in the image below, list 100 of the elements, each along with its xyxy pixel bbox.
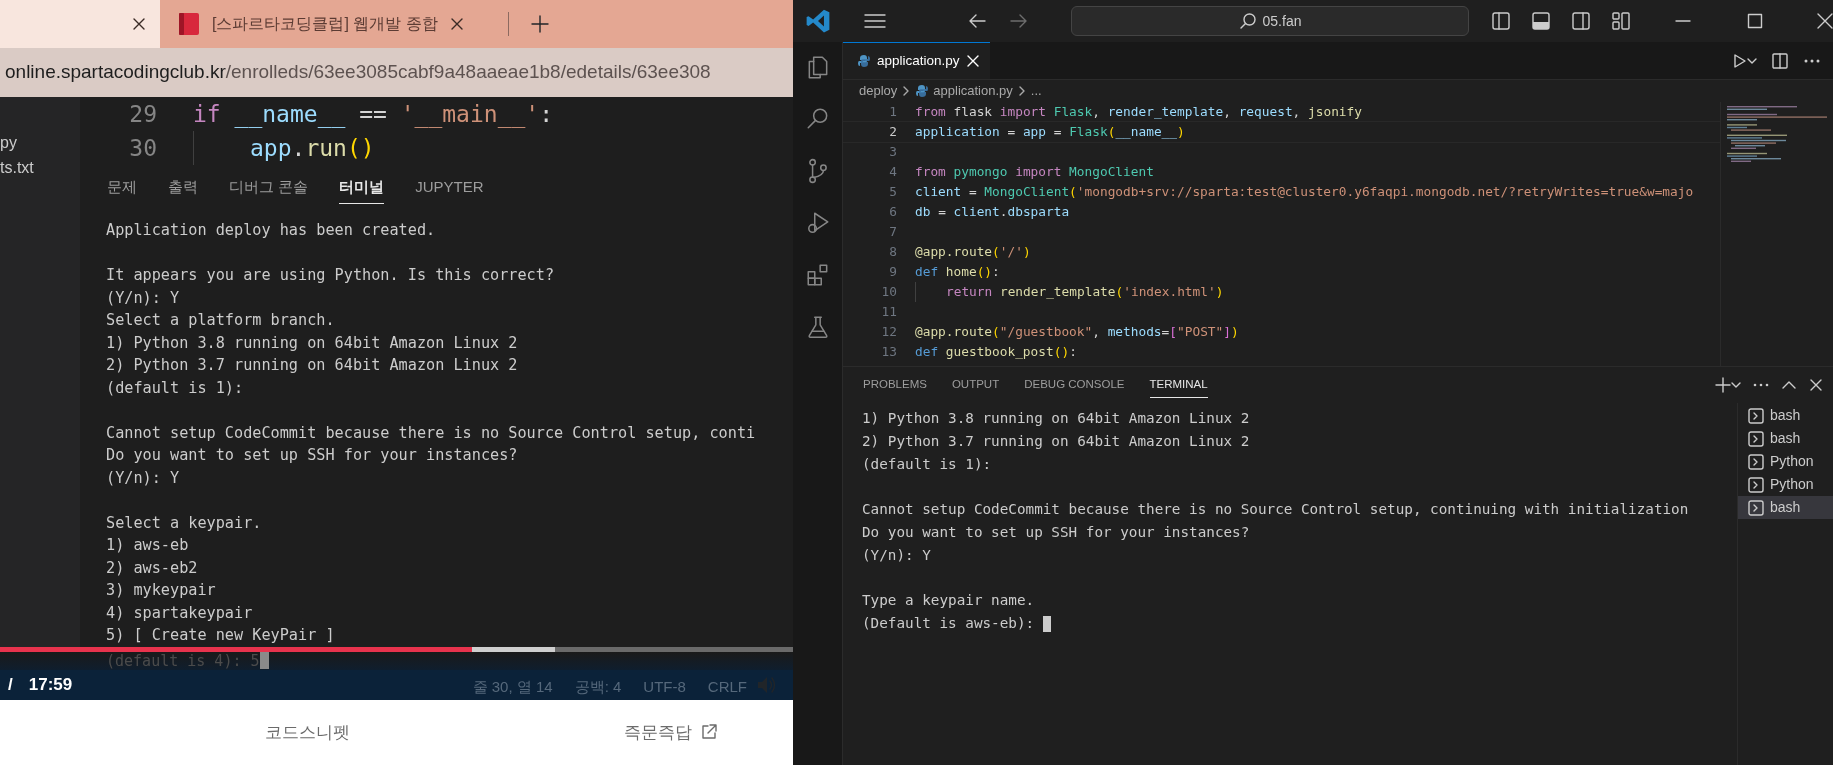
run-button[interactable] — [1733, 52, 1757, 69]
layout-button[interactable] — [1571, 11, 1591, 31]
close-panel-button[interactable] — [1809, 378, 1823, 392]
file-name[interactable]: ts.txt — [0, 155, 80, 180]
menu-icon — [863, 11, 887, 31]
editor-tab[interactable]: application.py — [843, 42, 990, 79]
terminal-instance[interactable]: bash — [1738, 496, 1833, 519]
split-editor-icon — [1771, 51, 1789, 70]
back-button[interactable] — [967, 12, 987, 30]
sidebar-toggle-icon — [1491, 11, 1511, 31]
terminal-line: Select a keypair. — [106, 512, 263, 534]
more-actions-button[interactable] — [1753, 382, 1769, 388]
close-button[interactable] — [132, 17, 146, 31]
terminal-line: (default is 1): — [106, 377, 245, 399]
code-line: def home(): — [915, 263, 1000, 282]
panel-tab[interactable]: DEBUG CONSOLE — [1024, 371, 1125, 399]
menu-button[interactable] — [863, 11, 887, 31]
code-line: application = app = Flask(__name__) — [915, 123, 1185, 142]
play-icon — [1733, 52, 1747, 69]
plus-icon — [531, 15, 549, 33]
minimize-button[interactable] — [1675, 20, 1691, 22]
layout-button[interactable] — [1611, 11, 1631, 31]
python-file-icon — [915, 84, 930, 98]
panel-tab[interactable]: PROBLEMS — [863, 371, 927, 399]
terminal-icon — [1748, 476, 1764, 493]
line-number: 11 — [880, 303, 897, 322]
terminal-line: 1) Python 3.8 running on 64bit Amazon Linux 2 — [862, 409, 1251, 428]
close-icon — [449, 17, 464, 31]
new-terminal-button[interactable] — [1715, 377, 1741, 393]
terminal-instance[interactable]: Python — [1738, 450, 1833, 473]
terminal-line: Application deploy has been created. — [106, 220, 437, 241]
progress-bar[interactable] — [0, 646, 793, 652]
more-icon — [1753, 382, 1769, 388]
status-item: 공백: 4 — [574, 677, 622, 698]
panel-tab[interactable]: OUTPUT — [951, 371, 1000, 399]
terminal-line: (Y/n): Y — [862, 545, 932, 565]
line-number: 10 — [880, 283, 897, 302]
close-icon — [132, 17, 146, 31]
terminal-line: 4) spartakeypair — [106, 602, 254, 624]
panel-tab[interactable]: TERMINAL — [1149, 371, 1208, 399]
status-item: 줄 30, 열 14 — [472, 677, 553, 698]
line-number: 12 — [880, 323, 897, 342]
layout-button[interactable] — [1531, 11, 1551, 31]
line-number: 1 — [888, 103, 897, 122]
panel-tab[interactable]: 출력 — [168, 172, 198, 204]
line-number: 7 — [888, 223, 897, 242]
breadcrumb-item[interactable]: ... — [1030, 81, 1042, 101]
panel-tab[interactable]: 문제 — [107, 172, 137, 204]
line-number: 13 — [880, 343, 897, 362]
book-icon — [178, 12, 200, 36]
text-cursor — [259, 652, 269, 669]
panel-tab[interactable]: JUPYTER — [415, 172, 484, 204]
file-name[interactable]: py — [0, 130, 80, 155]
line-number: 2 — [888, 123, 897, 142]
line-number: 9 — [888, 263, 897, 282]
terminal-icon — [1748, 453, 1764, 470]
plus-icon — [1715, 377, 1731, 393]
code-line: if __name__ == '__main__': — [193, 99, 554, 130]
panel-tab[interactable]: 디버그 콘솔 — [229, 172, 309, 204]
terminal-line: It appears you are using Python. Is this correct? — [106, 265, 556, 286]
terminal-line: 3) mykeypair — [106, 580, 217, 601]
time-separator: / — [8, 673, 13, 696]
minimize-icon — [1675, 20, 1691, 22]
layout-button[interactable] — [1491, 11, 1511, 31]
terminal-instance[interactable]: Python — [1738, 473, 1833, 496]
terminal-line: (Y/n): Y — [106, 467, 181, 489]
terminal-line: 1) aws-eb — [106, 535, 190, 556]
line-number: 4 — [888, 163, 897, 182]
sidebar-toggle-icon — [1571, 11, 1591, 31]
more-actions-button[interactable] — [1803, 57, 1821, 64]
breadcrumb-item[interactable]: deploy — [859, 81, 898, 101]
command-center[interactable]: 05.fan — [1071, 6, 1469, 36]
split-editor-button[interactable] — [1771, 51, 1789, 70]
panel-tab[interactable]: 터미널 — [339, 172, 385, 204]
terminal-line: Cannot setup CodeCommit because there is no Source Control setup, conti — [106, 422, 757, 444]
tab-title: application.py — [877, 51, 960, 70]
terminal-icon — [1748, 499, 1764, 516]
terminal-line: 1) Python 3.8 running on 64bit Amazon Linux 2 — [106, 332, 519, 354]
footer-link[interactable]: 즉문즉답 — [624, 719, 718, 745]
breadcrumb-item[interactable]: application.py — [933, 81, 1013, 101]
line-number: 29 — [128, 99, 157, 129]
maximize-button[interactable] — [1747, 13, 1763, 29]
external-link-icon — [700, 723, 718, 742]
url-text[interactable]: online.spartacodingclub.kr/enrolleds/63ee3085cabf9a48aaeae1b8/edetails/63ee308 — [5, 58, 711, 87]
terminal-line: 2) aws-eb2 — [106, 557, 199, 579]
line-number: 8 — [888, 243, 897, 262]
maximize-icon — [1747, 13, 1763, 29]
terminal-instance[interactable]: bash — [1738, 427, 1833, 450]
terminal-instance[interactable]: bash — [1738, 404, 1833, 427]
footer-link[interactable]: 코드스니펫 — [265, 719, 350, 745]
more-icon — [1803, 57, 1821, 64]
code-line: db = client.dbsparta — [915, 203, 1070, 222]
maximize-panel-button[interactable] — [1781, 380, 1797, 390]
terminal-icon — [1748, 407, 1764, 424]
code-line: @app.route('/') — [915, 243, 1031, 262]
code-line: def guestbook_post(): — [915, 343, 1077, 362]
address-bar[interactable]: online.spartacodingclub.kr/enrolleds/63ee3085cabf9a48aaeae1b8/edetails/63ee308 — [0, 48, 793, 97]
close-button[interactable] — [449, 17, 464, 31]
forward-button[interactable] — [1009, 12, 1029, 30]
terminal-line: (Y/n): Y — [106, 287, 181, 309]
